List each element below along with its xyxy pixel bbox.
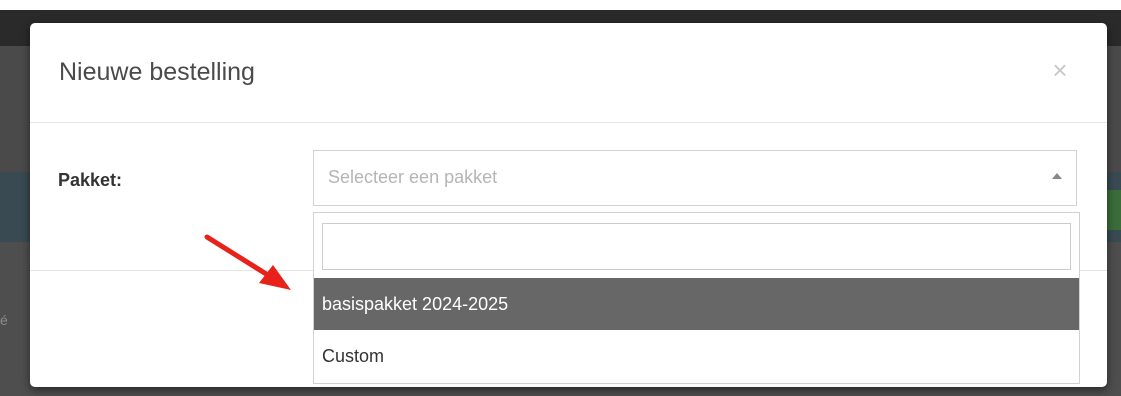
package-label: Pakket:	[58, 170, 123, 190]
red-arrow-annotation-icon	[204, 234, 291, 290]
option-basispakket-2024-2025[interactable]: basispakket 2024-2025	[314, 278, 1079, 330]
backdrop-text-fragment: é	[0, 312, 8, 328]
backdrop-green-button-fragment	[1106, 190, 1121, 230]
modal-header: Nieuwe bestelling ×	[30, 23, 1107, 123]
package-dropdown: basispakket 2024-2025 Custom	[313, 212, 1080, 384]
close-icon[interactable]: ×	[1049, 57, 1071, 83]
option-custom[interactable]: Custom	[314, 330, 1079, 382]
caret-up-icon	[1052, 173, 1062, 179]
page-background-top	[0, 0, 1121, 10]
package-select[interactable]: Selecteer een pakket	[313, 150, 1077, 206]
package-search-input[interactable]	[322, 223, 1071, 270]
package-select-placeholder: Selecteer een pakket	[328, 167, 498, 187]
modal-title: Nieuwe bestelling	[59, 58, 255, 86]
